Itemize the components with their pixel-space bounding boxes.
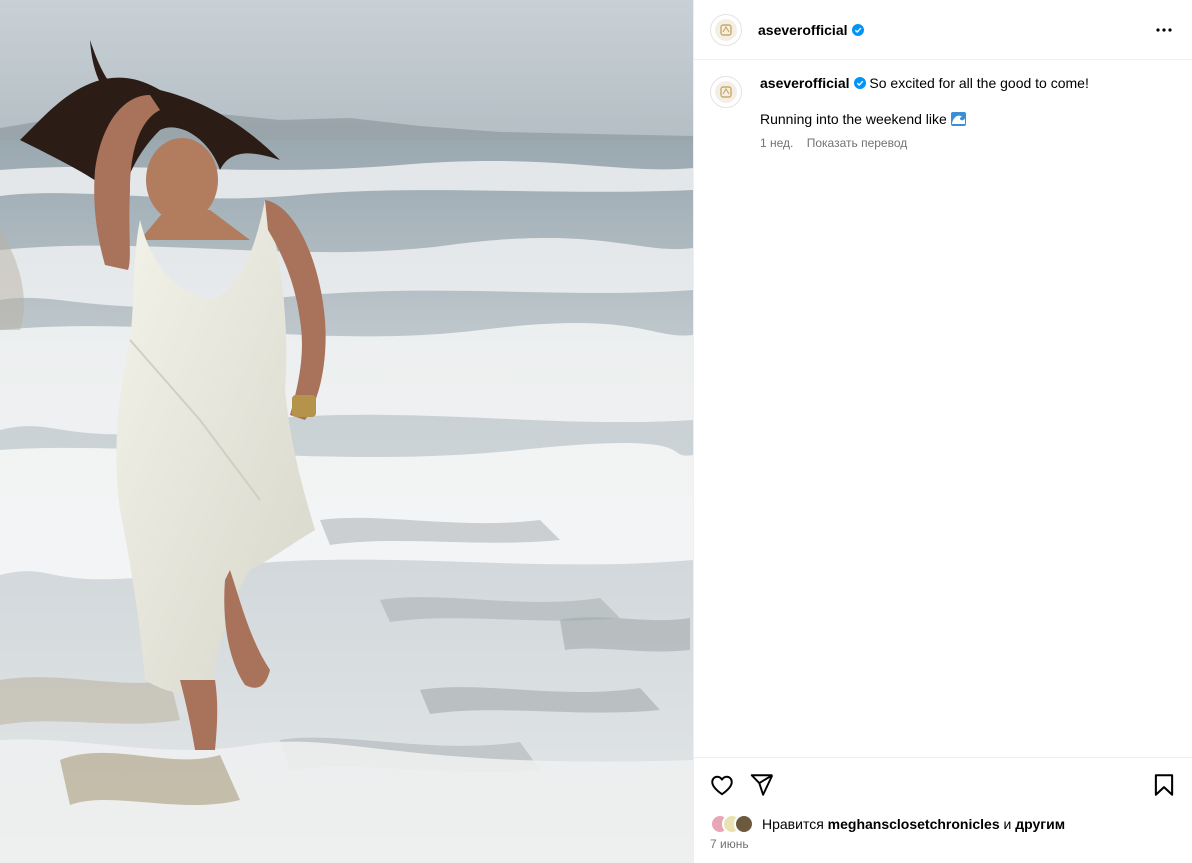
action-buttons-row	[694, 758, 1192, 810]
post-actions: Нравится meghansclosetchronicles и други…	[694, 757, 1192, 863]
author-avatar[interactable]	[710, 13, 742, 46]
post-date[interactable]: 7 июнь	[710, 837, 749, 851]
caption-username[interactable]: aseverofficial	[760, 75, 850, 91]
caption-line-2: Running into the weekend like	[760, 110, 1089, 128]
likes-summary[interactable]: Нравится meghansclosetchronicles и други…	[710, 814, 1065, 834]
share-button[interactable]	[749, 772, 775, 798]
show-translation-link[interactable]: Показать перевод	[807, 136, 908, 150]
post-photo[interactable]	[0, 0, 693, 863]
more-options-button[interactable]	[1152, 20, 1176, 40]
caption-meta: 1 нед. Показать перевод	[760, 134, 1089, 152]
verified-badge-icon	[851, 23, 864, 36]
caption-body: aseverofficial So excited for all the go…	[760, 74, 1089, 152]
bookmark-icon	[1154, 774, 1174, 796]
verified-badge-icon	[853, 77, 866, 89]
author-username[interactable]: aseverofficial	[758, 22, 848, 38]
caption-text: So excited for all the good to come!	[869, 75, 1089, 91]
brand-logo-icon	[715, 81, 737, 103]
save-button[interactable]	[1151, 772, 1177, 798]
brand-logo-icon	[715, 18, 737, 41]
liker-avatars	[710, 814, 762, 834]
post-time-ago[interactable]: 1 нед.	[760, 136, 793, 150]
post-sidebar: aseverofficial aseverofficial So excited…	[693, 0, 1192, 863]
caption-line-1: aseverofficial So excited for all the go…	[760, 74, 1089, 92]
instagram-post-view: aseverofficial aseverofficial So excited…	[0, 0, 1192, 863]
likes-prefix: Нравится	[762, 816, 824, 832]
like-button[interactable]	[709, 772, 735, 798]
wave-emoji-icon	[950, 112, 966, 126]
paper-plane-icon	[750, 774, 774, 796]
heart-icon	[711, 775, 733, 796]
likes-others-link[interactable]: другим	[1015, 816, 1065, 832]
post-header: aseverofficial	[694, 0, 1192, 60]
caption-text-2: Running into the weekend like	[760, 111, 947, 127]
caption-avatar[interactable]	[710, 76, 742, 108]
likes-conjunction: и	[1003, 816, 1012, 832]
post-caption: aseverofficial So excited for all the go…	[694, 60, 1192, 152]
liker-username[interactable]: meghansclosetchronicles	[828, 816, 1000, 832]
more-horizontal-icon	[1156, 28, 1172, 32]
liker-avatar	[734, 814, 754, 834]
